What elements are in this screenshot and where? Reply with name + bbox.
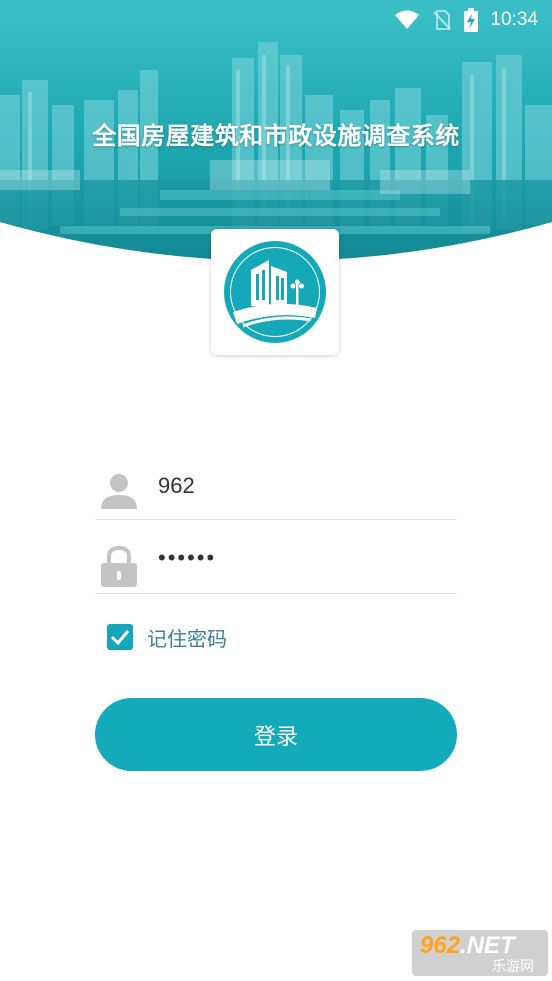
watermark-caption: 乐游网 [492,959,534,975]
password-input[interactable]: •••••• [158,545,216,571]
user-icon [99,471,139,515]
clock: 10:34 [490,9,538,30]
username-field[interactable]: 962 [95,459,457,520]
building-emblem-icon [224,241,326,343]
remember-label: 记住密码 [147,626,227,651]
battery-charging-icon [464,8,479,32]
remember-password[interactable]: 记住密码 [107,622,227,652]
status-bar: 10:34 [0,0,552,40]
wifi-icon [394,10,420,30]
lock-icon [99,545,139,593]
checkmark-icon [110,630,130,645]
username-input[interactable]: 962 [158,473,195,499]
no-sim-icon [432,9,452,31]
app-logo [211,229,339,355]
watermark-logo: 962.NET 乐游网 [412,930,548,976]
app-title: 全国房屋建筑和市政设施调查系统 [92,122,460,150]
remember-checkbox[interactable] [107,624,133,650]
login-button[interactable]: 登录 [95,698,457,771]
password-field[interactable]: •••••• [95,533,457,594]
